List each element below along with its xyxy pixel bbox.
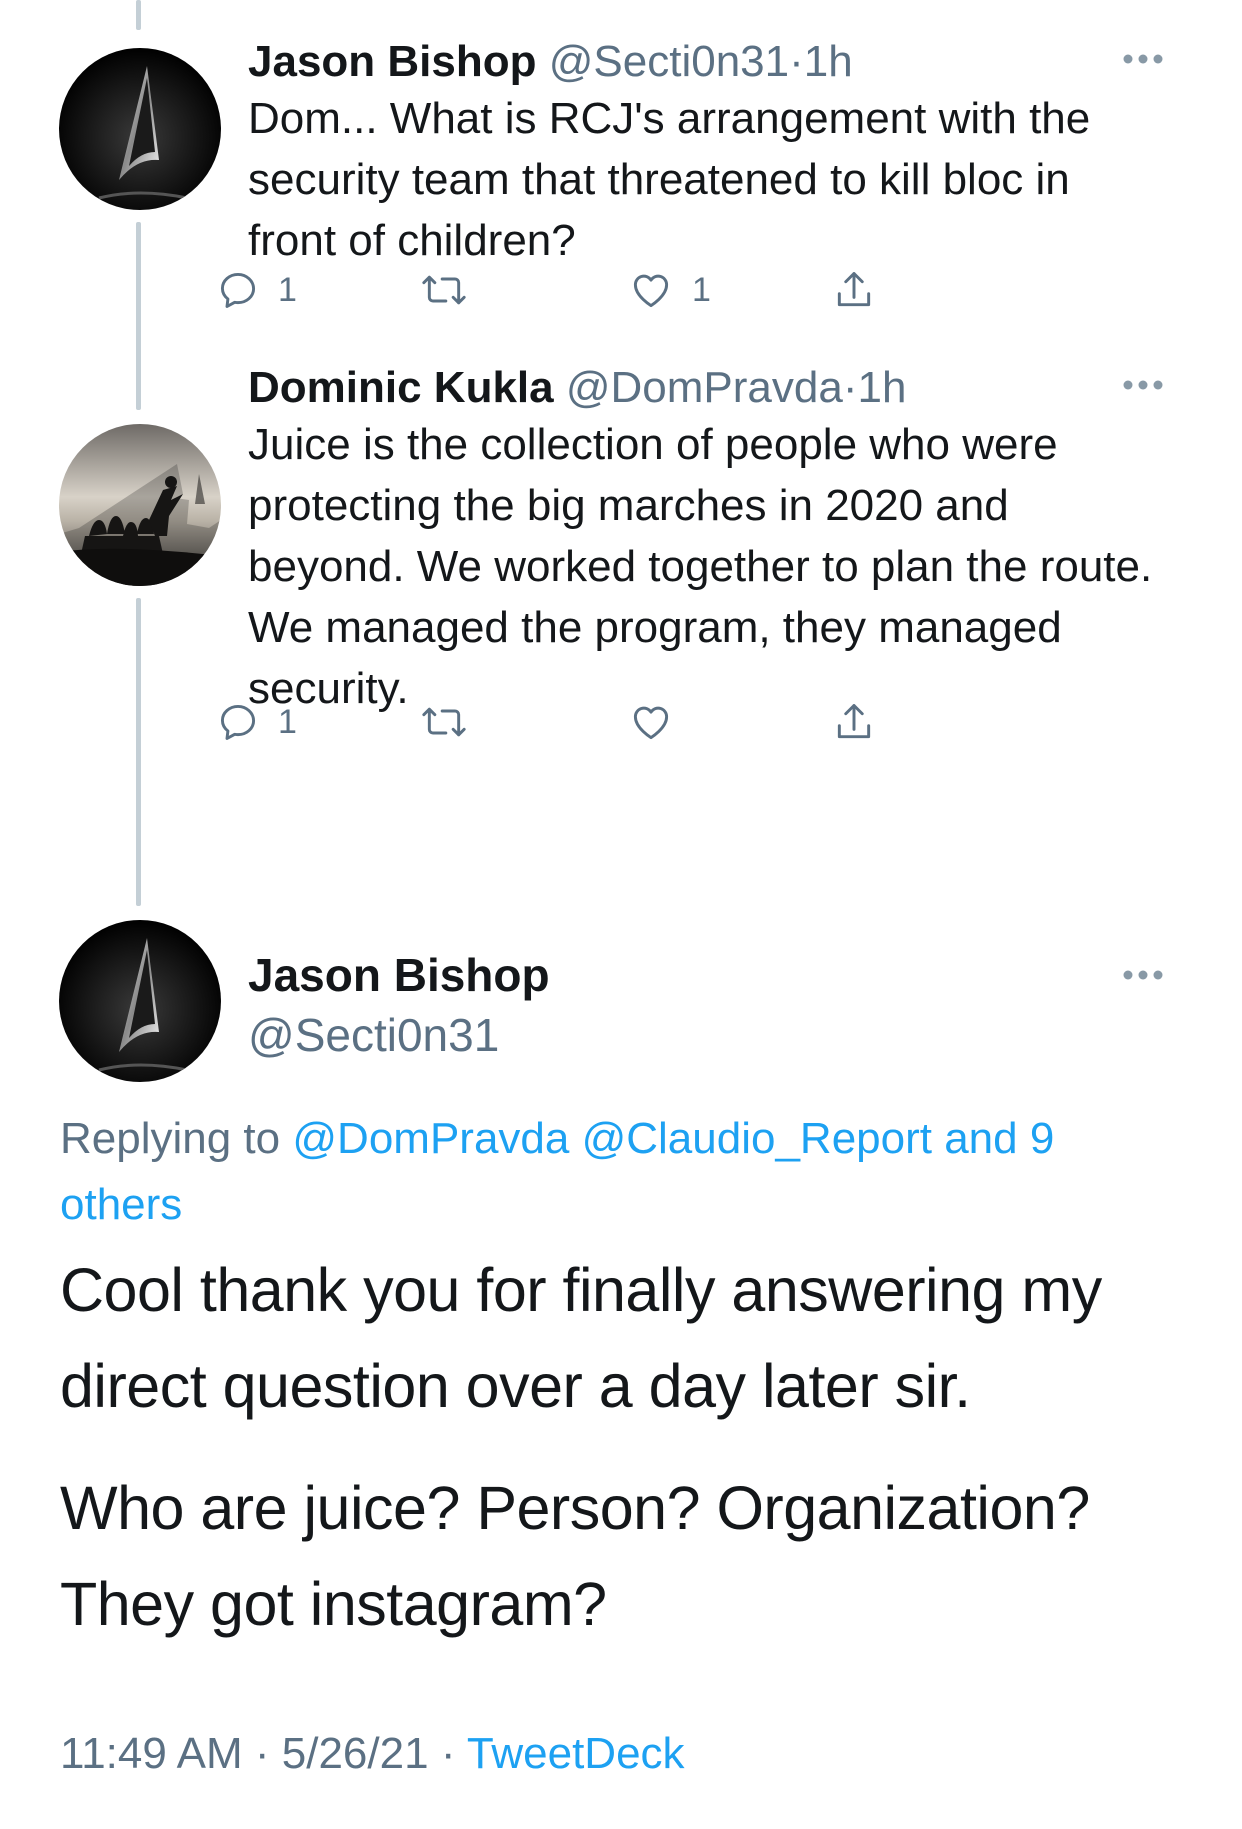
like-button[interactable]: 1 [628, 268, 711, 312]
reply-icon [220, 272, 256, 308]
share-icon [837, 272, 871, 307]
main-tweet-paragraph-2: Who are juice? Person? Organization? The… [60, 1474, 1090, 1638]
tweet-header: Dominic Kukla @DomPravda·1h [248, 362, 906, 414]
retweet-icon [422, 707, 466, 737]
silhouette-photo-avatar [59, 424, 221, 586]
tweet-header: Jason Bishop @Secti0n31·1h [248, 36, 853, 88]
more-button[interactable] [1122, 378, 1164, 392]
reply-count: 1 [278, 270, 297, 309]
tweet-time[interactable]: 11:49 AM [60, 1729, 243, 1778]
reply-button[interactable]: 1 [216, 268, 297, 312]
author-name[interactable]: Jason Bishop [248, 948, 550, 1002]
author-handle[interactable]: @Secti0n31 [549, 37, 789, 86]
share-button[interactable] [832, 700, 876, 744]
author-name[interactable]: Jason Bishop [248, 37, 537, 86]
more-button[interactable] [1122, 968, 1164, 982]
replying-to: Replying to @DomPravda @Claudio_Report a… [60, 1106, 1180, 1238]
avatar[interactable] [59, 48, 221, 210]
tweet-source-link[interactable]: TweetDeck [467, 1729, 685, 1778]
avatar[interactable] [59, 920, 221, 1082]
retweet-button[interactable] [420, 700, 486, 744]
separator: · [789, 37, 804, 86]
like-button[interactable] [628, 700, 692, 744]
reply-icon [220, 704, 256, 740]
author-name[interactable]: Dominic Kukla [248, 363, 554, 412]
timestamp[interactable]: 1h [804, 37, 853, 86]
tweet-text: Dom... What is RCJ's arrangement with th… [248, 94, 1091, 265]
starfleet-avatar [59, 48, 221, 210]
author-handle[interactable]: @Secti0n31 [248, 1008, 499, 1062]
like-icon [633, 706, 669, 740]
main-tweet-paragraph-1: Cool thank you for finally answering my … [60, 1256, 1102, 1420]
reply-count: 1 [278, 702, 297, 741]
retweet-button[interactable] [420, 268, 486, 312]
like-count: 1 [692, 270, 711, 309]
more-icon [1123, 970, 1163, 980]
tweet-text: Juice is the collection of people who we… [248, 420, 1153, 713]
more-button[interactable] [1122, 52, 1164, 66]
share-button[interactable] [832, 268, 876, 312]
tweet-date[interactable]: 5/26/21 [282, 1729, 429, 1778]
more-icon [1123, 54, 1163, 64]
replying-prefix: Replying to [60, 1114, 281, 1163]
reply-button[interactable]: 1 [216, 700, 297, 744]
author-handle[interactable]: @DomPravda [566, 363, 843, 412]
thread-line-top [136, 0, 141, 30]
retweet-icon [422, 275, 466, 305]
tweet-meta: 11:49 AM · 5/26/21 · TweetDeck [60, 1728, 685, 1780]
separator: · [842, 363, 858, 412]
timestamp[interactable]: 1h [858, 363, 907, 412]
share-icon [837, 704, 871, 739]
separator: · [440, 1729, 456, 1778]
more-icon [1123, 380, 1163, 390]
thread-line-2 [136, 598, 141, 906]
starfleet-avatar [59, 920, 221, 1082]
avatar[interactable] [59, 424, 221, 586]
separator: · [254, 1729, 270, 1778]
thread-line-1 [136, 222, 141, 410]
like-icon [633, 274, 669, 308]
